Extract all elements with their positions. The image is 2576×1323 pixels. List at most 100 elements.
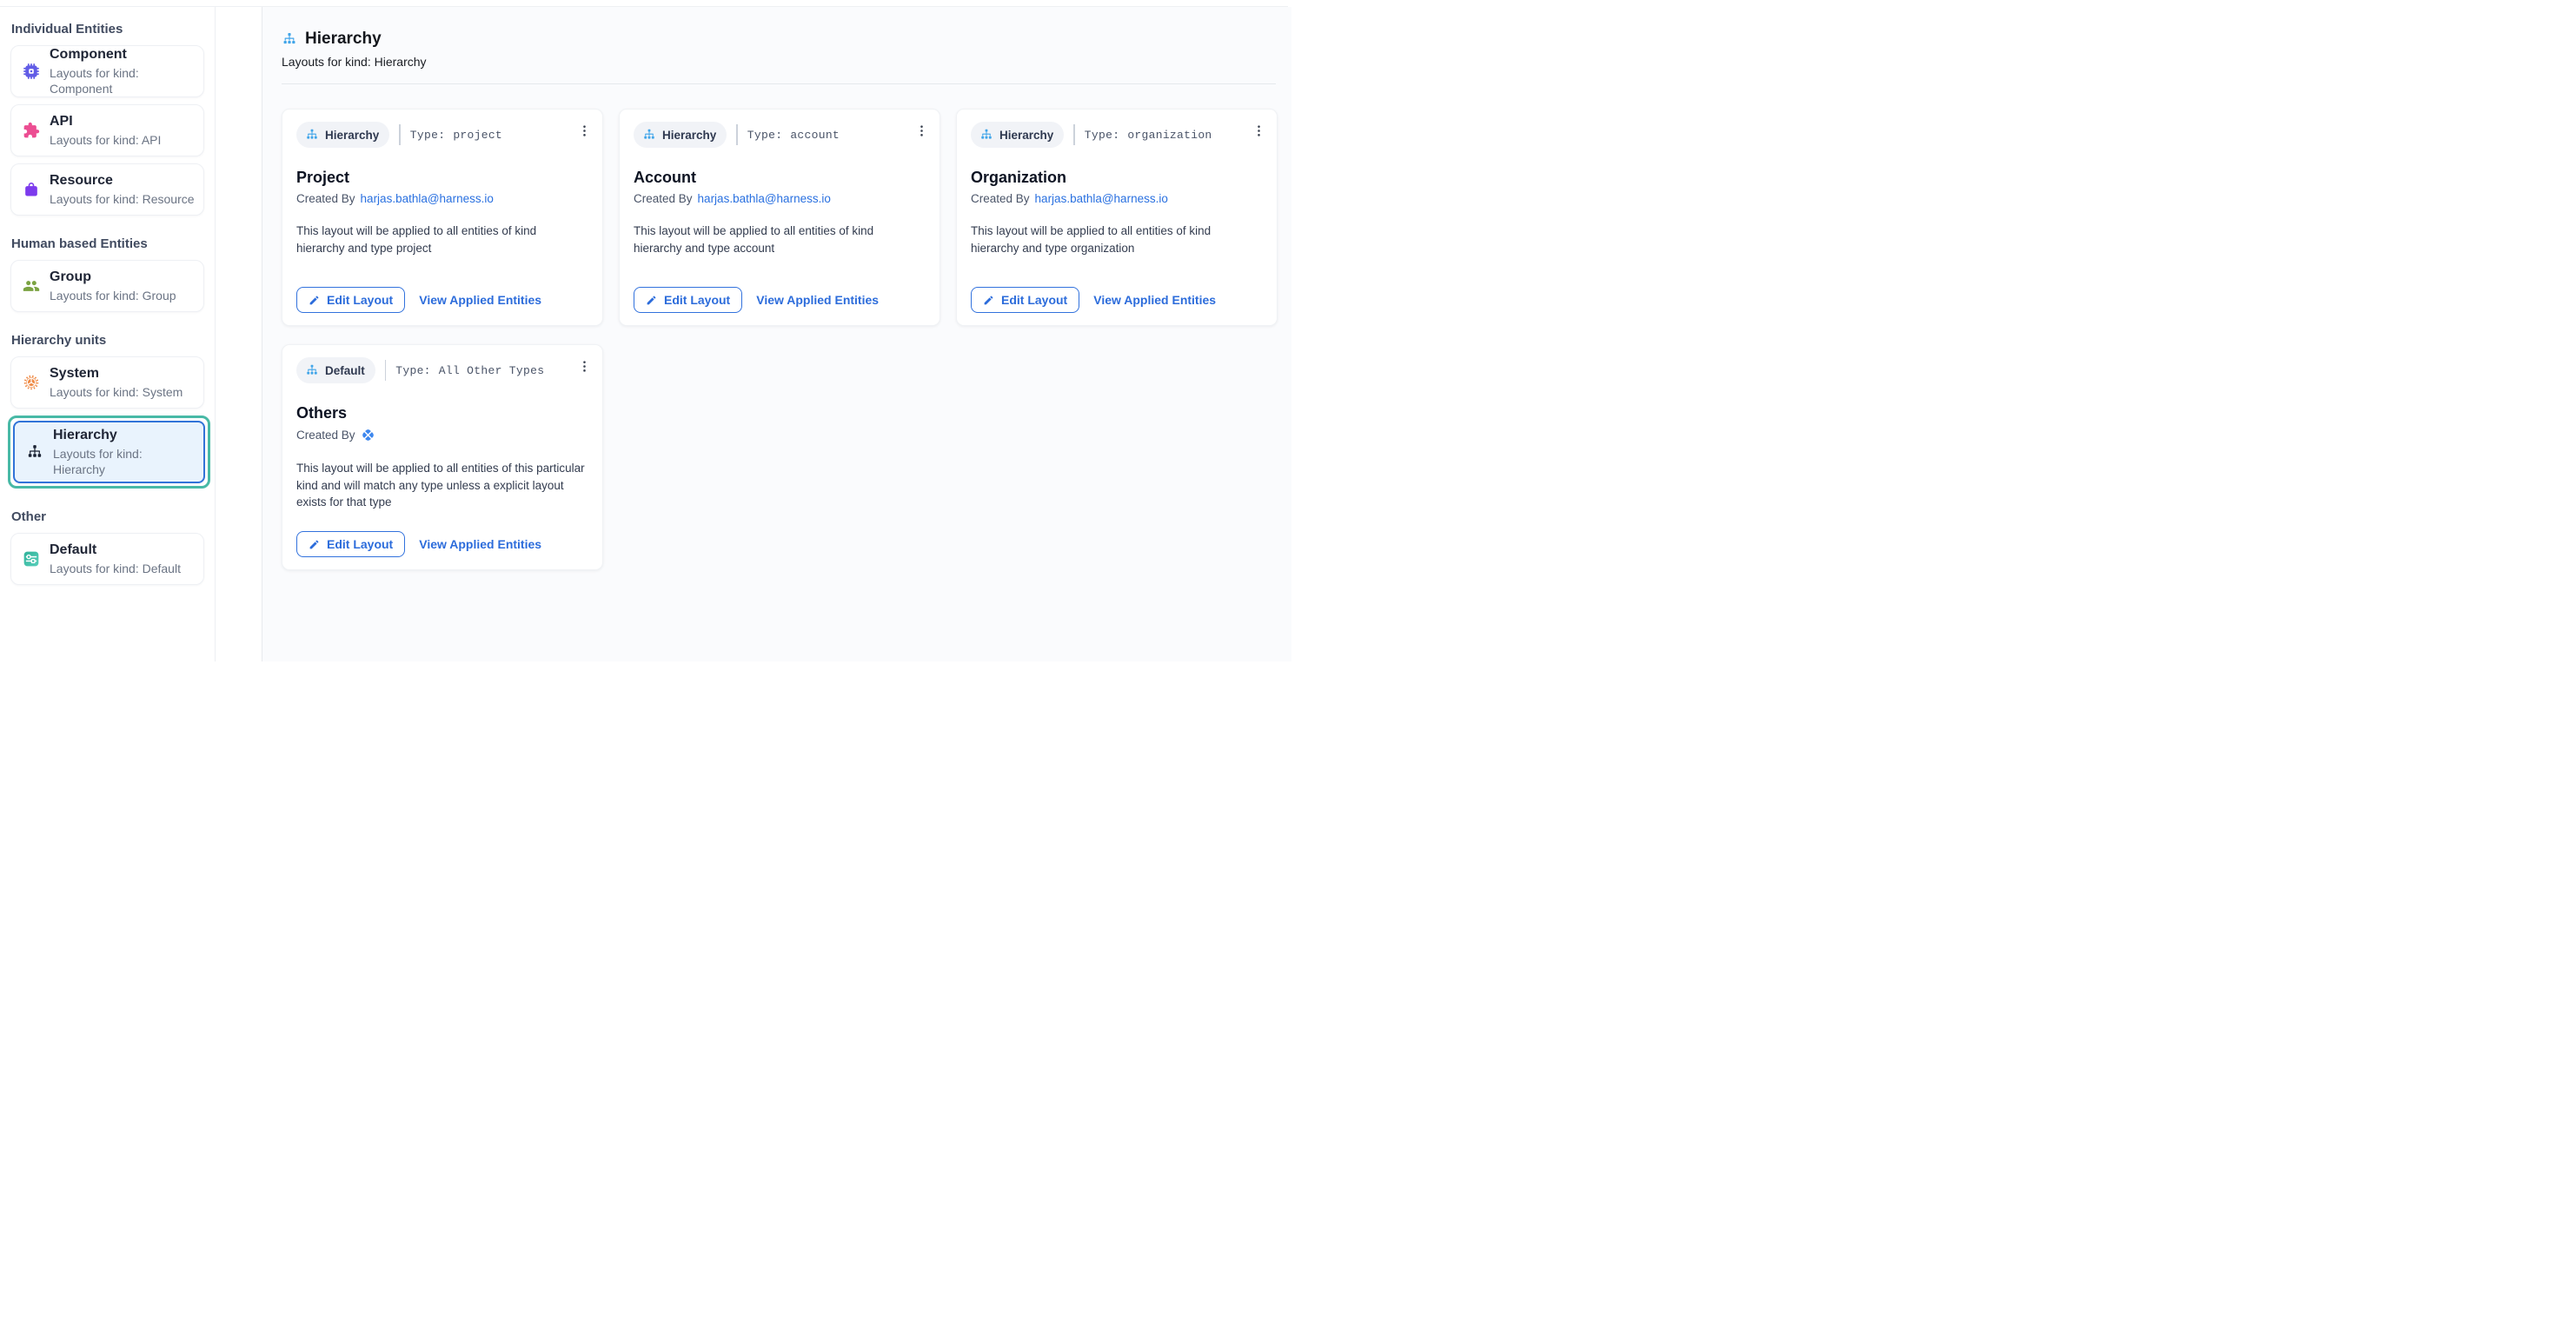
- created-by-link[interactable]: harjas.bathla@harness.io: [361, 192, 494, 205]
- sidebar-item-description: Layouts for kind: API: [50, 132, 161, 148]
- card-title: Account: [634, 169, 926, 187]
- card-actions: Edit Layout View Applied Entities: [634, 287, 879, 313]
- sidebar-item-title: Hierarchy: [53, 427, 196, 444]
- creator-logo-icon: [361, 428, 375, 442]
- sidebar-item-group[interactable]: Group Layouts for kind: Group: [10, 260, 204, 312]
- kind-badge: Hierarchy: [634, 122, 727, 148]
- page-title: Hierarchy: [305, 30, 382, 49]
- view-applied-entities-link[interactable]: View Applied Entities: [419, 293, 541, 307]
- layout-card-others: Default Type: All Other Types Others Cre…: [282, 344, 603, 570]
- created-by-row: Created By harjas.bathla@harness.io: [296, 192, 588, 205]
- hierarchy-icon: [282, 31, 297, 47]
- created-by-label: Created By: [634, 192, 693, 205]
- sidebar-section: Individual Entities Component Layouts fo…: [10, 22, 204, 216]
- kebab-icon: [577, 359, 592, 374]
- page-subtitle: Layouts for kind: Hierarchy: [282, 55, 1278, 69]
- card-menu-button[interactable]: [573, 118, 595, 143]
- card-badge-row: Hierarchy Type: organization: [971, 122, 1263, 148]
- kebab-icon: [1251, 123, 1266, 138]
- card-type: Type: organization: [1085, 129, 1212, 142]
- sidebar-item-title: System: [50, 365, 183, 382]
- sidebar-item-resource[interactable]: Resource Layouts for kind: Resource: [10, 163, 204, 216]
- card-badge-row: Hierarchy Type: project: [296, 122, 588, 148]
- sidebar-item-title: Component: [50, 46, 196, 63]
- hierarchy-icon: [642, 128, 656, 142]
- sidebar-item-api[interactable]: API Layouts for kind: API: [10, 104, 204, 156]
- card-type: Type: account: [747, 129, 840, 142]
- component-icon: [23, 63, 40, 80]
- card-description: This layout will be applied to all entit…: [296, 223, 588, 256]
- created-by-label: Created By: [296, 429, 355, 442]
- card-type-value: account: [790, 129, 840, 142]
- edit-layout-button[interactable]: Edit Layout: [971, 287, 1079, 313]
- card-type-value: organization: [1127, 129, 1212, 142]
- sidebar-section: Human based Entities Group Layouts for k…: [10, 236, 204, 312]
- layout-card-project: Hierarchy Type: project Project Created …: [282, 109, 603, 326]
- sidebar-item-hierarchy[interactable]: Hierarchy Layouts for kind: Hierarchy: [13, 421, 205, 483]
- sidebar-item-component[interactable]: Component Layouts for kind: Component: [10, 45, 204, 97]
- sidebar-item-default[interactable]: Default Layouts for kind: Default: [10, 533, 204, 585]
- kind-badge: Default: [296, 357, 375, 383]
- entity-kind-list: Individual Entities Component Layouts fo…: [0, 7, 216, 662]
- created-by-link[interactable]: harjas.bathla@harness.io: [698, 192, 831, 205]
- card-menu-button[interactable]: [1247, 118, 1270, 143]
- card-type-label: Type:: [410, 129, 446, 142]
- card-title: Organization: [971, 169, 1263, 187]
- group-icon: [23, 277, 40, 295]
- view-applied-entities-link[interactable]: View Applied Entities: [419, 537, 541, 551]
- card-actions: Edit Layout View Applied Entities: [296, 287, 541, 313]
- sidebar-section-label: Human based Entities: [11, 236, 203, 251]
- sidebar-item-title: Group: [50, 269, 176, 286]
- kind-badge: Hierarchy: [296, 122, 389, 148]
- edit-layout-button[interactable]: Edit Layout: [296, 287, 405, 313]
- badge-type-divider: [399, 124, 401, 145]
- hierarchy-icon: [979, 128, 993, 142]
- pencil-icon: [309, 295, 320, 306]
- sidebar-item-system[interactable]: System Layouts for kind: System: [10, 356, 204, 409]
- hierarchy-icon: [305, 128, 319, 142]
- sidebar-item-title: Resource: [50, 172, 195, 189]
- badge-type-divider: [385, 360, 387, 381]
- top-bar: [0, 0, 1288, 7]
- layout-card-grid: Hierarchy Type: project Project Created …: [282, 109, 1278, 570]
- sidebar-item-description: Layouts for kind: Component: [50, 65, 196, 96]
- kind-badge-label: Hierarchy: [325, 129, 379, 142]
- layout-card-organization: Hierarchy Type: organization Organizatio…: [956, 109, 1278, 326]
- card-type: Type: project: [410, 129, 502, 142]
- created-by-link[interactable]: harjas.bathla@harness.io: [1035, 192, 1168, 205]
- sidebar-item-title: Default: [50, 542, 181, 559]
- created-by-label: Created By: [296, 192, 355, 205]
- sidebar-item-description: Layouts for kind: Group: [50, 288, 176, 303]
- edit-layout-button[interactable]: Edit Layout: [296, 531, 405, 557]
- created-by-row: Created By harjas.bathla@harness.io: [971, 192, 1263, 205]
- page-header: Hierarchy: [282, 30, 1278, 49]
- sidebar-section: Other Default Layouts for kind: Default: [10, 509, 204, 585]
- api-icon: [23, 122, 40, 139]
- kind-badge-label: Hierarchy: [999, 129, 1053, 142]
- card-description: This layout will be applied to all entit…: [971, 223, 1263, 256]
- app-shell: Individual Entities Component Layouts fo…: [0, 7, 1288, 662]
- sidebar-item-description: Layouts for kind: Resource: [50, 191, 195, 207]
- sidebar-section: Hierarchy units System Layouts for kind:…: [10, 333, 204, 489]
- card-title: Project: [296, 169, 588, 187]
- sidebar-section-label: Hierarchy units: [11, 333, 203, 348]
- card-title: Others: [296, 404, 588, 422]
- pencil-icon: [646, 295, 657, 306]
- view-applied-entities-link[interactable]: View Applied Entities: [756, 293, 879, 307]
- kind-badge-label: Default: [325, 364, 365, 377]
- card-actions: Edit Layout View Applied Entities: [296, 531, 541, 557]
- created-by-label: Created By: [971, 192, 1030, 205]
- header-divider: [282, 83, 1276, 84]
- kebab-icon: [577, 123, 592, 138]
- card-menu-button[interactable]: [573, 354, 595, 378]
- card-type-value: project: [453, 129, 502, 142]
- view-applied-entities-link[interactable]: View Applied Entities: [1093, 293, 1216, 307]
- pencil-icon: [983, 295, 994, 306]
- edit-layout-button[interactable]: Edit Layout: [634, 287, 742, 313]
- pencil-icon: [309, 539, 320, 550]
- created-by-row: Created By harjas.bathla@harness.io: [634, 192, 926, 205]
- card-menu-button[interactable]: [910, 118, 933, 143]
- card-type: Type: All Other Types: [395, 364, 544, 377]
- card-type-label: Type:: [395, 364, 431, 377]
- hierarchy-icon: [26, 443, 43, 461]
